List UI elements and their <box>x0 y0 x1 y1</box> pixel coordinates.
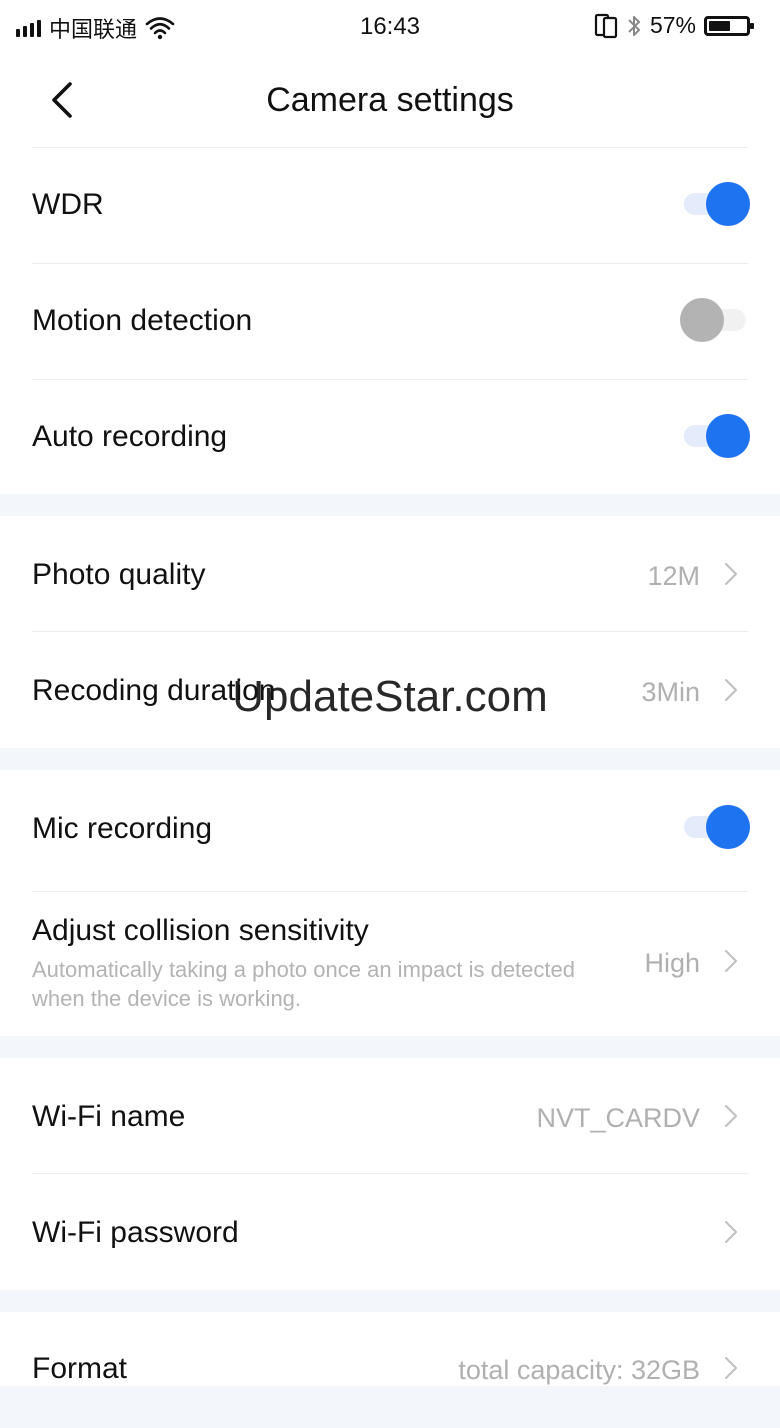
chevron-right-icon <box>724 949 738 973</box>
settings-group-sensors: Mic recording Adjust collision sensitivi… <box>0 770 780 1036</box>
setting-row-photo-quality[interactable]: Photo quality 12M <box>0 516 780 632</box>
setting-row-mic-recording[interactable]: Mic recording <box>0 770 780 892</box>
toggle-knob <box>706 805 750 849</box>
chevron-right-icon <box>724 1220 738 1244</box>
setting-label: Mic recording <box>32 812 213 845</box>
settings-group-storage: Format total capacity: 32GB <box>0 1312 780 1386</box>
setting-value: total capacity: 32GB <box>458 1355 700 1385</box>
bluetooth-icon <box>628 15 640 36</box>
wdr-toggle[interactable] <box>680 182 750 226</box>
setting-row-format[interactable]: Format total capacity: 32GB <box>0 1312 780 1428</box>
chevron-right-icon <box>724 1356 738 1380</box>
chevron-right-icon <box>724 562 738 586</box>
motion-detection-toggle[interactable] <box>680 298 750 342</box>
setting-label: Photo quality <box>32 558 206 591</box>
setting-label: Auto recording <box>32 420 228 453</box>
setting-row-collision-sensitivity[interactable]: Adjust collision sensitivity Automatical… <box>0 892 780 1036</box>
status-bar: 中国联通 16:43 57% <box>0 0 780 56</box>
toggle-knob <box>706 414 750 458</box>
toggle-knob <box>706 182 750 226</box>
setting-row-wifi-password[interactable]: Wi-Fi password <box>0 1174 780 1290</box>
setting-label: Wi-Fi password <box>32 1216 239 1249</box>
setting-row-recording-duration[interactable]: Recoding duration 3Min <box>0 632 780 748</box>
setting-description: Automatically taking a photo once an imp… <box>32 957 575 1011</box>
setting-row-wdr[interactable]: WDR <box>0 148 780 264</box>
chevron-right-icon <box>724 678 738 702</box>
nav-header: Camera settings <box>0 56 780 148</box>
setting-label: Format <box>32 1352 128 1385</box>
chevron-right-icon <box>724 1104 738 1128</box>
settings-group-quality: Photo quality 12M Recoding duration 3Min <box>0 516 780 748</box>
battery-percent: 57% <box>649 12 696 38</box>
settings-group-recording: WDR Motion detection Auto recording <box>0 148 780 494</box>
setting-label: Wi-Fi name <box>32 1100 186 1133</box>
setting-row-wifi-name[interactable]: Wi-Fi name NVT_CARDV <box>0 1058 780 1174</box>
setting-row-auto-recording[interactable]: Auto recording <box>0 380 780 494</box>
setting-value: NVT_CARDV <box>536 1103 700 1133</box>
mic-recording-toggle[interactable] <box>680 805 750 849</box>
battery-fill <box>709 20 730 31</box>
dual-sim-icon <box>594 13 618 38</box>
setting-label: Recoding duration <box>32 674 276 707</box>
auto-recording-toggle[interactable] <box>680 414 750 458</box>
page-title: Camera settings <box>266 81 514 119</box>
setting-label: Motion detection <box>32 304 253 337</box>
battery-icon <box>704 15 754 36</box>
setting-value: 12M <box>647 561 700 591</box>
setting-value: High <box>644 948 700 978</box>
status-right: 57% <box>594 12 754 39</box>
setting-value: 3Min <box>641 677 700 707</box>
setting-label: WDR <box>32 188 104 221</box>
settings-group-wifi: Wi-Fi name NVT_CARDV Wi-Fi password <box>0 1058 780 1290</box>
setting-label: Adjust collision sensitivity <box>32 914 369 947</box>
toggle-knob <box>680 298 724 342</box>
setting-row-motion-detection[interactable]: Motion detection <box>0 264 780 380</box>
